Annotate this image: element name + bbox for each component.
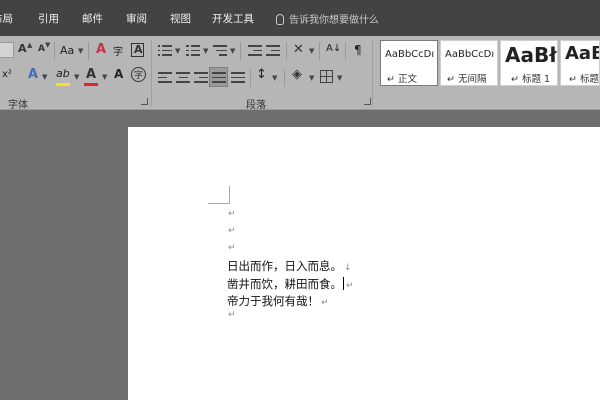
group-divider — [151, 40, 152, 106]
sort-button[interactable]: A↓ — [326, 43, 341, 54]
numbering-icon[interactable] — [186, 45, 200, 56]
line-text: 凿井而饮，耕田而食。 — [227, 277, 342, 291]
font-dialog-launcher-icon[interactable] — [141, 98, 148, 105]
separator — [284, 69, 285, 87]
text-cursor — [343, 277, 344, 290]
lightbulb-icon — [276, 14, 284, 25]
ribbon-tab-bar: 布局 引用 邮件 审阅 视图 开发工具 告诉我你想要做什么 — [0, 0, 600, 36]
style-sample: AaBl — [565, 43, 599, 64]
paragraph-mark: ↵ — [228, 243, 236, 253]
phonetic-guide-icon[interactable]: 字 — [113, 43, 123, 58]
align-left-icon[interactable] — [158, 72, 172, 83]
font-group-label: 字体 — [8, 100, 28, 111]
styles-gallery: AaBbCcDı ↵ 正文 AaBbCcDı ↵ 无间隔 AaBł ↵ 标题 1… — [378, 40, 600, 86]
paragraph-mark: ↵ — [228, 310, 236, 320]
line-text: 帝力于我何有哉！ — [227, 294, 319, 308]
paragraph-mark: ↵ — [321, 298, 329, 308]
shrink-font-icon[interactable]: A — [38, 44, 45, 54]
shading-bucket-icon[interactable]: ◈ — [292, 67, 302, 82]
chevron-down-icon: ▼ — [42, 73, 48, 81]
style-name: ↵ 无间隔 — [447, 74, 487, 85]
tab-mailings[interactable]: 邮件 — [82, 11, 103, 26]
margin-corner-mark — [208, 186, 230, 204]
style-name: ↵ 标题 2 — [569, 74, 599, 85]
chevron-down-icon: ▼ — [175, 47, 181, 55]
group-divider — [372, 40, 373, 106]
chevron-down-icon: ▼ — [230, 47, 236, 55]
clear-format-icon[interactable]: A — [96, 42, 106, 57]
char-border-icon[interactable]: A — [131, 43, 144, 57]
style-heading-1[interactable]: AaBł ↵ 标题 1 — [500, 40, 558, 86]
chevron-down-icon: ▼ — [309, 74, 315, 82]
chevron-down-icon: ▼ — [74, 73, 80, 81]
separator — [286, 42, 287, 60]
paragraph-dialog-launcher-icon[interactable] — [364, 98, 371, 105]
tell-me-search[interactable]: 告诉我你想要做什么 — [276, 11, 379, 26]
paragraph-mark: ↵ — [346, 281, 354, 291]
tab-review[interactable]: 审阅 — [126, 11, 147, 26]
document-page[interactable] — [128, 127, 600, 400]
separator — [345, 42, 346, 60]
tab-developer[interactable]: 开发工具 — [212, 11, 254, 26]
tab-layout[interactable]: 布局 — [0, 11, 13, 26]
text-effects-icon[interactable]: A — [28, 67, 38, 82]
chevron-down-icon: ▼ — [309, 47, 315, 55]
grow-font-icon[interactable]: A — [18, 42, 27, 55]
chevron-down-icon: ▼ — [337, 74, 343, 82]
enclose-char-icon[interactable]: 字 — [131, 67, 146, 82]
decrease-indent-icon[interactable] — [248, 45, 262, 56]
document-line[interactable]: 帝力于我何有哉！ ↵ — [227, 293, 329, 309]
style-sample: AaBbCcDı — [445, 49, 495, 60]
chevron-down-icon: ▼ — [203, 47, 209, 55]
tab-references[interactable]: 引用 — [38, 11, 59, 26]
font-color-icon[interactable]: A — [86, 67, 96, 82]
style-name: ↵ 标题 1 — [511, 74, 551, 85]
style-heading-2[interactable]: AaBl ↵ 标题 2 — [560, 40, 600, 86]
paragraph-mark: ↵ — [228, 209, 236, 219]
highlight-color-bar — [56, 83, 70, 86]
line-text: 日出而作，日入而息。 — [227, 259, 342, 273]
font-size-box[interactable] — [0, 42, 14, 58]
show-marks-button[interactable]: ¶ — [354, 43, 362, 57]
document-line[interactable]: 凿井而饮，耕田而食。 ↵ — [227, 276, 354, 292]
justify-icon — [212, 72, 226, 83]
chevron-down-icon: ▼ — [272, 74, 278, 82]
paragraph-group-label: 段落 — [246, 100, 266, 111]
align-right-icon[interactable] — [194, 72, 208, 83]
chinese-layout-icon[interactable]: ✕ — [293, 42, 304, 57]
chevron-down-icon: ▼ — [78, 47, 84, 55]
highlight-icon[interactable]: ab — [56, 67, 70, 80]
down-arrow-icon: ▼ — [45, 41, 51, 49]
style-sample: AaBł — [505, 43, 557, 67]
up-arrow-icon: ▲ — [27, 41, 33, 49]
bullets-icon[interactable] — [158, 45, 172, 56]
multilevel-list-icon[interactable] — [213, 45, 227, 56]
char-shading-icon[interactable]: A — [114, 67, 123, 81]
style-sample: AaBbCcDı — [385, 49, 435, 60]
superscript-button[interactable]: x² — [2, 69, 12, 80]
line-break-mark: ↓ — [344, 263, 352, 273]
paragraph-mark: ↵ — [228, 226, 236, 236]
increase-indent-icon[interactable] — [266, 45, 280, 56]
style-normal[interactable]: AaBbCcDı ↵ 正文 — [380, 40, 438, 86]
separator — [240, 42, 241, 60]
borders-icon[interactable] — [320, 70, 333, 83]
separator — [88, 42, 89, 60]
separator — [319, 42, 320, 60]
tell-me-text: 告诉我你想要做什么 — [289, 15, 379, 26]
separator — [54, 42, 55, 60]
style-no-spacing[interactable]: AaBbCcDı ↵ 无间隔 — [440, 40, 498, 86]
align-center-icon[interactable] — [176, 72, 190, 83]
style-name: ↵ 正文 — [387, 74, 417, 85]
distributed-icon[interactable] — [231, 72, 245, 83]
document-line[interactable]: 日出而作，日入而息。 ↓ — [227, 258, 352, 274]
font-color-bar — [84, 83, 98, 86]
change-case-button[interactable]: Aa — [60, 44, 74, 57]
chevron-down-icon: ▼ — [102, 73, 108, 81]
tab-view[interactable]: 视图 — [170, 11, 191, 26]
line-spacing-icon[interactable]: ↕ — [256, 67, 267, 82]
separator — [250, 69, 251, 87]
